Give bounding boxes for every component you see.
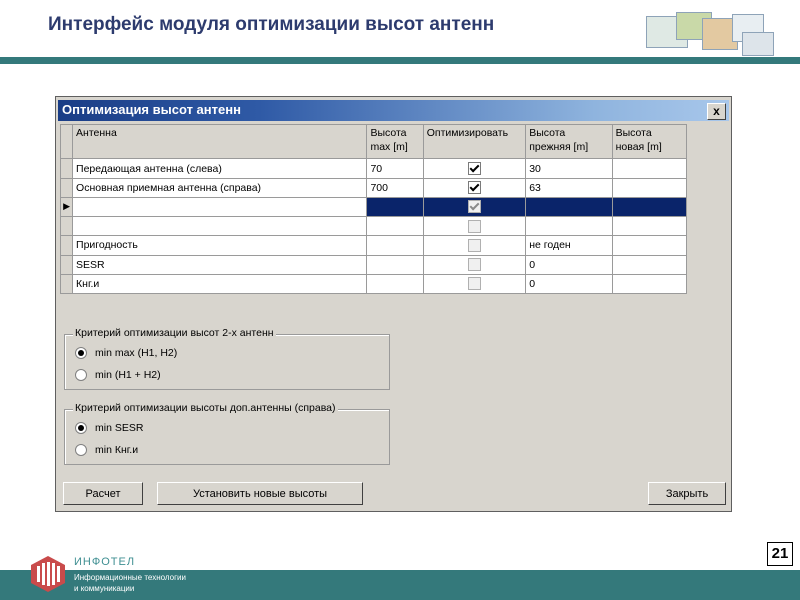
cell-optimize[interactable]	[422, 196, 527, 218]
cell-antenna[interactable]: Кнг.и	[72, 273, 368, 295]
radio-label: min Кнг.и	[95, 444, 139, 456]
cell-height-prev[interactable]	[525, 196, 613, 218]
row-indicator	[59, 273, 74, 295]
cell-height-new[interactable]	[611, 158, 688, 179]
screenshots-thumbnail-icon	[646, 12, 774, 56]
optimize-checkbox[interactable]	[467, 238, 481, 252]
criteria-extra-legend: Критерий оптимизации высоты доп.антенны …	[73, 402, 338, 414]
close-button[interactable]: Закрыть	[648, 482, 726, 505]
table-row[interactable]: Кнг.и 0	[59, 273, 688, 295]
cell-height-prev[interactable]: 30	[525, 158, 613, 179]
radio-min-sesr[interactable]: min SESR	[75, 422, 143, 434]
cell-optimize[interactable]	[422, 254, 527, 275]
cell-antenna[interactable]: Пригодность	[72, 235, 368, 256]
cell-height-new[interactable]	[611, 216, 688, 237]
cell-height-max[interactable]: 70	[366, 158, 424, 179]
header-antenna[interactable]: Антенна	[72, 123, 368, 160]
row-indicator	[59, 254, 74, 275]
header-height-max[interactable]: Высота max [m]	[366, 123, 424, 160]
radio-button[interactable]	[75, 369, 87, 381]
cell-height-new[interactable]	[611, 254, 688, 275]
radio-min-kng[interactable]: min Кнг.и	[75, 444, 138, 456]
cell-height-prev[interactable]: 0	[525, 254, 613, 275]
cell-antenna[interactable]: SESR	[72, 254, 368, 275]
cell-height-prev[interactable]: 63	[525, 177, 613, 198]
close-icon[interactable]: x	[707, 103, 726, 120]
cell-height-prev[interactable]	[525, 216, 613, 237]
cell-height-max[interactable]	[366, 235, 424, 256]
optimization-dialog: Оптимизация высот антенн x Антенна Высот…	[55, 96, 732, 512]
dialog-titlebar[interactable]: Оптимизация высот антенн x	[58, 100, 729, 121]
cell-height-max[interactable]	[366, 196, 424, 218]
infotel-logo-icon	[31, 556, 65, 592]
cell-antenna[interactable]: Основная приемная антенна (справа)	[72, 177, 368, 198]
row-pointer-icon: ▶	[59, 196, 74, 218]
grid-header-row: Антенна Высота max [m] Оптимизировать Вы…	[59, 123, 688, 160]
cell-optimize[interactable]	[422, 273, 527, 295]
calc-button[interactable]: Расчет	[63, 482, 143, 505]
page-number: 21	[767, 542, 793, 566]
table-row[interactable]: SESR 0	[59, 254, 688, 275]
table-row[interactable]	[59, 216, 688, 237]
optimize-checkbox[interactable]	[467, 162, 481, 176]
cell-height-max[interactable]	[366, 216, 424, 237]
table-row[interactable]: Основная приемная антенна (справа) 700 6…	[59, 177, 688, 198]
optimize-checkbox[interactable]	[467, 200, 481, 214]
radio-minmax-h1-h2[interactable]: min max (H1, H2)	[75, 347, 177, 359]
cell-height-prev[interactable]: не годен	[525, 235, 613, 256]
radio-button[interactable]	[75, 444, 87, 456]
cell-antenna[interactable]: Передающая антенна (слева)	[72, 158, 368, 179]
radio-label: min max (H1, H2)	[95, 347, 178, 359]
company-subtitle-line1: Информационные технологии	[74, 573, 186, 582]
grid-corner	[59, 123, 74, 160]
radio-button-selected[interactable]	[75, 422, 87, 434]
header-height-prev[interactable]: Высота прежняя [m]	[525, 123, 613, 160]
cell-optimize[interactable]	[422, 235, 527, 256]
row-indicator	[59, 235, 74, 256]
company-subtitle: Информационные технологии и коммуникации	[74, 572, 186, 594]
table-row[interactable]: Пригодность не годен	[59, 235, 688, 256]
radio-label: min SESR	[95, 422, 144, 434]
radio-button-selected[interactable]	[75, 347, 87, 359]
criteria-extra-antenna-group: Критерий оптимизации высоты доп.антенны …	[64, 402, 390, 465]
radio-label: min (H1 + H2)	[95, 369, 161, 381]
radio-min-sum-h1-h2[interactable]: min (H1 + H2)	[75, 369, 161, 381]
cell-optimize[interactable]	[422, 158, 527, 179]
company-name: ИНФОТЕЛ	[74, 556, 136, 568]
company-subtitle-line2: и коммуникации	[74, 584, 135, 593]
cell-optimize[interactable]	[422, 216, 527, 237]
header-rule	[0, 57, 800, 64]
criteria-two-legend: Критерий оптимизации высот 2-х антенн	[73, 327, 276, 339]
cell-optimize[interactable]	[422, 177, 527, 198]
cell-height-prev[interactable]: 0	[525, 273, 613, 295]
cell-height-new[interactable]	[611, 177, 688, 198]
cell-height-new[interactable]	[611, 196, 688, 218]
set-new-heights-button[interactable]: Установить новые высоты	[157, 482, 363, 505]
cell-height-max[interactable]	[366, 273, 424, 295]
dialog-title: Оптимизация высот антенн	[62, 102, 241, 117]
table-row-selected[interactable]: ▶	[59, 196, 688, 218]
cell-antenna[interactable]	[72, 216, 368, 237]
row-indicator	[59, 216, 74, 237]
criteria-two-antennas-group: Критерий оптимизации высот 2-х антенн mi…	[64, 327, 390, 390]
table-row[interactable]: Передающая антенна (слева) 70 30	[59, 158, 688, 179]
cell-antenna[interactable]	[72, 196, 368, 218]
optimize-checkbox[interactable]	[467, 219, 481, 233]
header-height-new[interactable]: Высота новая [m]	[611, 123, 688, 160]
slide-title: Интерфейс модуля оптимизации высот антен…	[48, 14, 495, 35]
antenna-grid: Антенна Высота max [m] Оптимизировать Вы…	[59, 123, 688, 295]
cell-height-new[interactable]	[611, 273, 688, 295]
row-indicator	[59, 177, 74, 198]
header-optimize[interactable]: Оптимизировать	[422, 123, 527, 160]
row-indicator	[59, 158, 74, 179]
optimize-checkbox[interactable]	[467, 277, 481, 291]
optimize-checkbox[interactable]	[467, 181, 481, 195]
cell-height-max[interactable]	[366, 254, 424, 275]
cell-height-max[interactable]: 700	[366, 177, 424, 198]
cell-height-new[interactable]	[611, 235, 688, 256]
optimize-checkbox[interactable]	[467, 258, 481, 272]
